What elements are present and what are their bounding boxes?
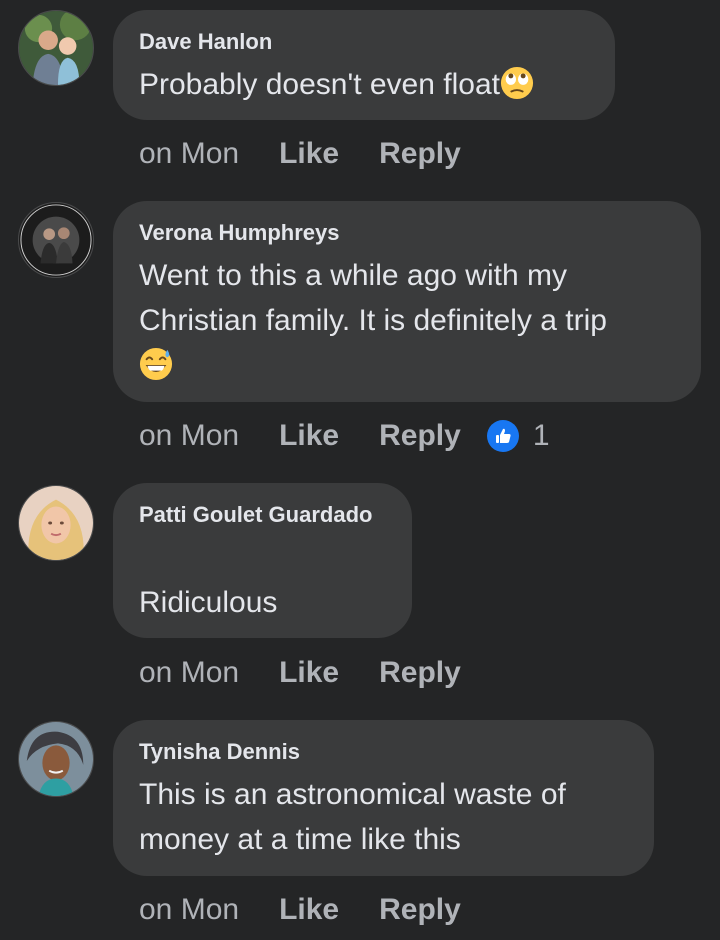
comment-author[interactable]: Tynisha Dennis — [139, 738, 628, 766]
comment-actions: on Mon Like Reply — [139, 653, 501, 693]
comment-text-content: Probably doesn't even float — [139, 68, 500, 101]
avatar[interactable] — [18, 10, 94, 86]
thumbs-up-icon — [486, 420, 519, 452]
comment-bubble: Verona Humphreys Went to this a while ag… — [113, 201, 701, 402]
comment-bubble: Dave Hanlon Probably doesn't even float — [113, 10, 615, 120]
avatar[interactable] — [18, 485, 94, 561]
comment-bubble: Patti Goulet Guardado Ridiculous — [113, 483, 412, 638]
like-button[interactable]: Like — [279, 656, 339, 690]
reply-button[interactable]: Reply — [379, 137, 461, 171]
comment-actions: on Mon Like Reply — [139, 134, 501, 174]
reply-button[interactable]: Reply — [379, 656, 461, 690]
comment-actions: on Mon Like Reply — [139, 890, 501, 930]
like-button[interactable]: Like — [279, 137, 339, 171]
grinning-sweat-emoji-icon — [139, 347, 173, 381]
comment-bubble: Tynisha Dennis This is an astronomical w… — [113, 720, 654, 876]
comment-author[interactable]: Verona Humphreys — [139, 219, 675, 247]
avatar[interactable] — [18, 202, 94, 278]
comment-text: Ridiculous — [139, 586, 278, 619]
rolling-eyes-emoji-icon — [500, 66, 534, 100]
comment-text: This is an astronomical waste of money a… — [139, 772, 628, 862]
comment-timestamp[interactable]: on Mon — [139, 893, 239, 927]
comment-actions: on Mon Like Reply 1 — [139, 416, 550, 456]
comment-author[interactable]: Patti Goulet Guardado — [139, 501, 386, 529]
comment-emoji-line — [139, 343, 675, 388]
avatar[interactable] — [18, 721, 94, 797]
comment-thread: Dave Hanlon Probably doesn't even float … — [0, 0, 720, 940]
comment-text: Went to this a while ago with my Christi… — [139, 253, 675, 388]
comment-author[interactable]: Dave Hanlon — [139, 28, 589, 56]
like-button[interactable]: Like — [279, 419, 339, 453]
comment-timestamp[interactable]: on Mon — [139, 656, 239, 690]
comment-timestamp[interactable]: on Mon — [139, 419, 239, 453]
comment-text-line: Went to this a while ago with my — [139, 259, 567, 292]
comment-text-line: Christian family. It is definitely a tri… — [139, 304, 607, 337]
comment-text-line: money at a time like this — [139, 823, 461, 856]
comment-timestamp[interactable]: on Mon — [139, 137, 239, 171]
comment-text-line: This is an astronomical waste of — [139, 778, 566, 811]
comment-text: Probably doesn't even float — [139, 62, 589, 107]
reaction-count: 1 — [532, 419, 550, 452]
reply-button[interactable]: Reply — [379, 419, 461, 453]
like-button[interactable]: Like — [279, 893, 339, 927]
reply-button[interactable]: Reply — [379, 893, 461, 927]
reaction-summary[interactable]: 1 — [486, 419, 550, 453]
